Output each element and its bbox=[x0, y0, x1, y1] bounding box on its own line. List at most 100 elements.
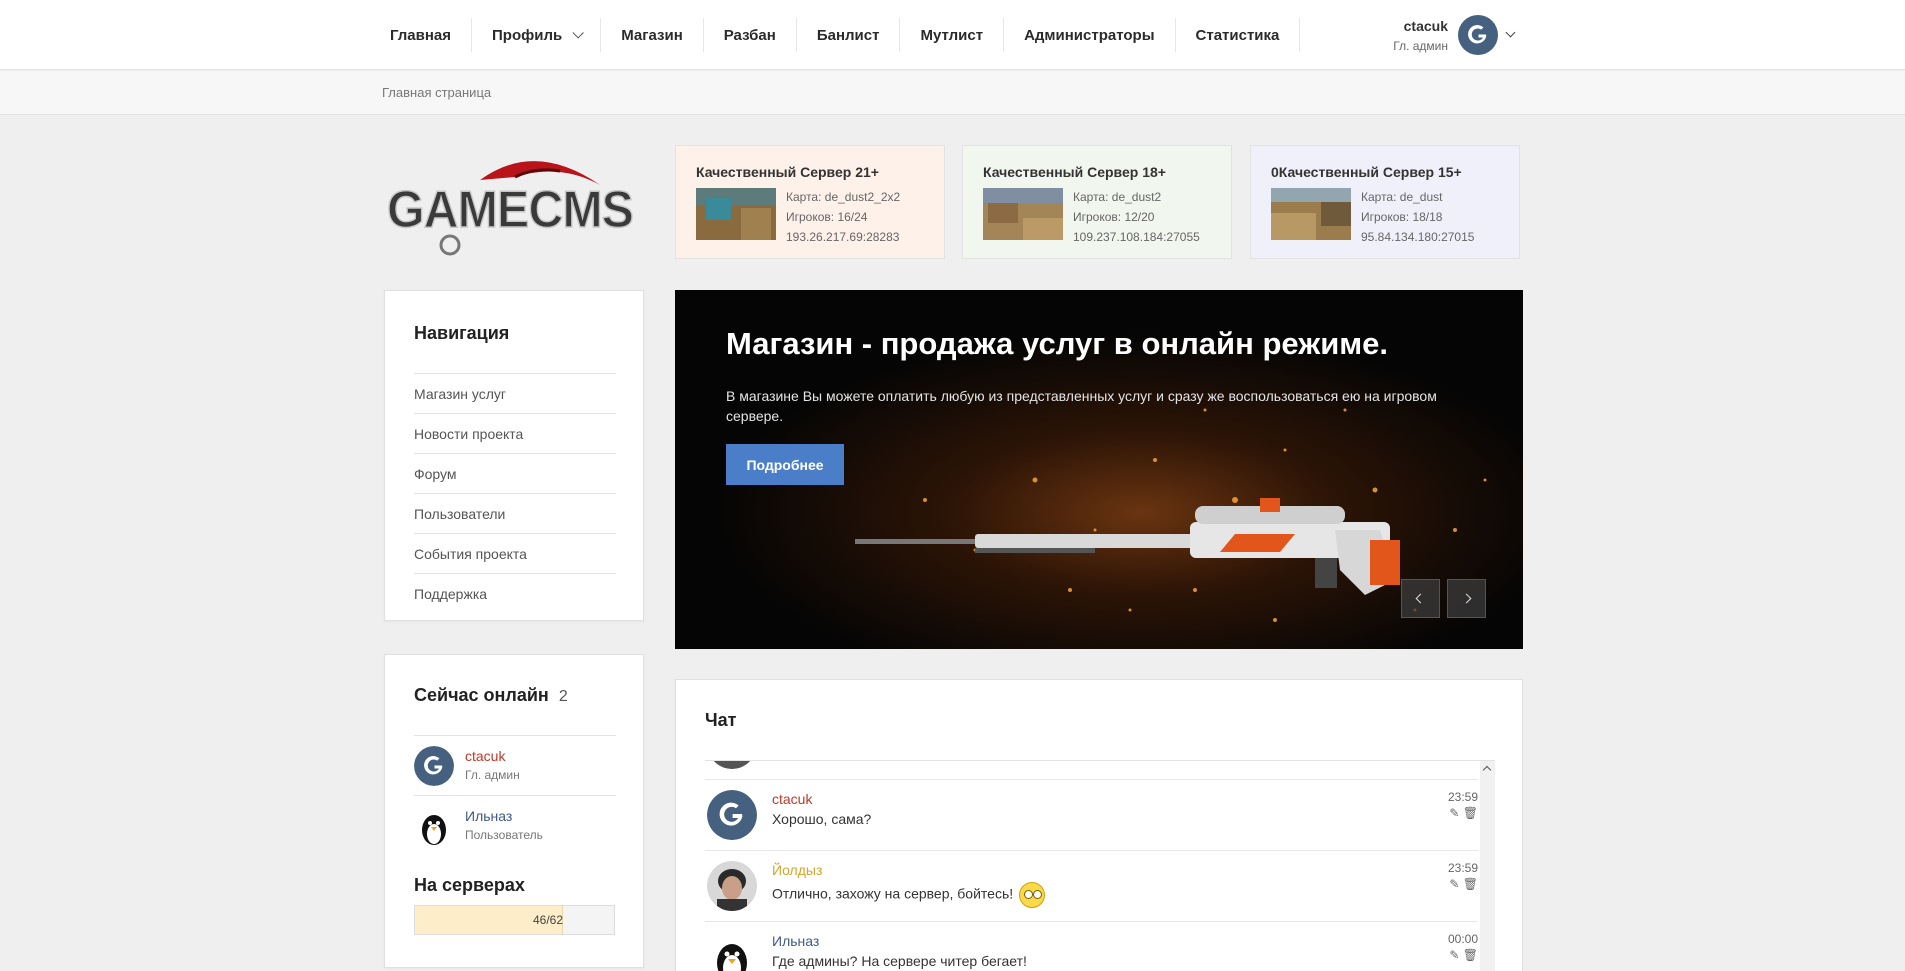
chat-panel: Чат ctacuk Хорошо, сама? 23:59 ✎ 🗑 Йолды… bbox=[675, 679, 1523, 971]
trash-icon[interactable]: 🗑 bbox=[1463, 948, 1478, 962]
server-players: Игроков: 16/24 bbox=[786, 210, 868, 224]
user-avatar bbox=[707, 861, 757, 911]
nav-link-support[interactable]: Поддержка bbox=[414, 573, 616, 613]
server-title: Качественный Сервер 21+ bbox=[696, 164, 879, 180]
online-title: Сейчас онлайн 2 bbox=[414, 685, 568, 706]
user-menu[interactable]: ctacuk Гл. админ bbox=[1380, 15, 1520, 57]
server-info: Карта: de_dust Игроков: 18/18 95.84.134.… bbox=[1361, 187, 1474, 247]
logo-text: GAMECMS bbox=[387, 181, 633, 239]
nav-item-mutelist[interactable]: Мутлист bbox=[900, 18, 1005, 52]
chat-time: 23:59 bbox=[1447, 790, 1478, 804]
chevron-down-icon bbox=[572, 27, 584, 39]
progress-label: 46/62 bbox=[532, 913, 563, 927]
google-g-icon bbox=[414, 746, 454, 786]
banner-title: Магазин - продажа услуг в онлайн режиме. bbox=[726, 326, 1389, 361]
nav-link-users[interactable]: Пользователи bbox=[414, 493, 616, 533]
chat-text-body: Отлично, захожу на сервер, бойтесь! bbox=[772, 885, 1014, 902]
online-user[interactable]: Ильназ Пользователь bbox=[414, 795, 616, 855]
chat-text: Где админы? На сервере читер бегает! bbox=[772, 953, 1027, 969]
nav-item-label: Главная bbox=[390, 26, 452, 44]
chat-text: Хорошо, сама? bbox=[772, 811, 872, 827]
banner-text: В магазине Вы можете оплатить любую из п… bbox=[726, 388, 1437, 424]
site-logo[interactable]: GAMECMS bbox=[385, 145, 645, 260]
nav-item-label: Администраторы bbox=[1024, 26, 1155, 44]
nav-item-shop[interactable]: Магазин bbox=[601, 18, 704, 52]
online-title-text: Сейчас онлайн bbox=[414, 685, 549, 705]
trash-icon[interactable]: 🗑 bbox=[1463, 877, 1478, 891]
server-map: Карта: de_dust2 bbox=[1073, 190, 1162, 204]
server-title: 0Качественный Сервер 15+ bbox=[1271, 164, 1462, 180]
nav-item-label: Мутлист bbox=[920, 26, 984, 44]
nav-link-news[interactable]: Новости проекта bbox=[414, 413, 616, 453]
more-button[interactable]: Подробнее bbox=[726, 444, 844, 485]
nav-item-stats[interactable]: Статистика bbox=[1176, 18, 1301, 52]
edit-icon[interactable]: ✎ bbox=[1449, 948, 1459, 962]
breadcrumb: Главная страница bbox=[0, 71, 1905, 115]
nav-item-home[interactable]: Главная bbox=[370, 18, 473, 52]
google-g-icon bbox=[707, 790, 757, 840]
chat-author[interactable]: Ильназ bbox=[772, 933, 819, 949]
user-name: ctacuk bbox=[1403, 18, 1448, 34]
chat-actions: ✎ 🗑 bbox=[1449, 948, 1478, 962]
prev-slide-button[interactable] bbox=[1401, 579, 1440, 618]
server-card[interactable]: Качественный Сервер 21+ Карта: de_dust2_… bbox=[675, 145, 945, 259]
chat-scrollbar[interactable] bbox=[1480, 761, 1495, 971]
nav-link-forum[interactable]: Форум bbox=[414, 453, 616, 493]
map-thumbnail bbox=[1271, 188, 1351, 240]
online-user-role: Пользователь bbox=[465, 828, 543, 842]
nav-link-events[interactable]: События проекта bbox=[414, 533, 616, 573]
edit-icon[interactable]: ✎ bbox=[1449, 877, 1459, 891]
nav-item-banlist[interactable]: Банлист bbox=[797, 18, 901, 52]
chat-message bbox=[705, 761, 1478, 780]
server-address: 193.26.217.69:28283 bbox=[786, 230, 900, 244]
chat-message: ctacuk Хорошо, сама? 23:59 ✎ 🗑 bbox=[705, 780, 1478, 851]
user-avatar bbox=[713, 761, 751, 769]
promo-banner: Магазин - продажа услуг в онлайн режиме.… bbox=[675, 290, 1523, 649]
server-players: Игроков: 12/20 bbox=[1073, 210, 1155, 224]
servers-progress-bar: 46/62 bbox=[414, 905, 615, 935]
navigation-list: Магазин услуг Новости проекта Форум Поль… bbox=[414, 373, 616, 613]
trash-icon[interactable]: 🗑 bbox=[1463, 806, 1478, 820]
online-count: 2 bbox=[558, 688, 568, 705]
chat-messages[interactable]: ctacuk Хорошо, сама? 23:59 ✎ 🗑 Йолдыз От… bbox=[705, 760, 1495, 971]
online-user-name: ctacuk bbox=[465, 748, 506, 764]
server-title: Качественный Сервер 18+ bbox=[983, 164, 1166, 180]
online-user-name: Ильназ bbox=[465, 808, 513, 824]
chat-text: Отлично, захожу на сервер, бойтесь! bbox=[772, 882, 1046, 908]
server-card[interactable]: Качественный Сервер 18+ Карта: de_dust2 … bbox=[962, 145, 1232, 259]
chevron-right-icon bbox=[1461, 593, 1472, 604]
penguin-avatar-icon bbox=[414, 806, 454, 846]
server-card[interactable]: 0Качественный Сервер 15+ Карта: de_dust … bbox=[1250, 145, 1520, 259]
online-user[interactable]: ctacuk Гл. админ bbox=[414, 735, 616, 795]
nav-item-label: Магазин bbox=[621, 26, 683, 44]
nav-item-profile[interactable]: Профиль bbox=[472, 18, 602, 52]
next-slide-button[interactable] bbox=[1447, 579, 1486, 618]
server-players: Игроков: 18/18 bbox=[1361, 210, 1443, 224]
map-thumbnail bbox=[696, 188, 776, 240]
nav-item-unban[interactable]: Разбан bbox=[704, 18, 797, 52]
chevron-up-icon[interactable] bbox=[1482, 765, 1492, 775]
smiley-icon bbox=[1019, 882, 1046, 908]
chat-title: Чат bbox=[705, 710, 737, 730]
chat-time: 23:59 bbox=[1447, 861, 1478, 875]
main-nav: Главная Профиль Магазин Разбан Банлист М… bbox=[370, 18, 1301, 52]
server-address: 109.237.108.184:27055 bbox=[1073, 230, 1200, 244]
chat-author[interactable]: Йолдыз bbox=[772, 862, 822, 878]
nav-item-admins[interactable]: Администраторы bbox=[1004, 18, 1176, 52]
server-info: Карта: de_dust2_2x2 Игроков: 16/24 193.2… bbox=[786, 187, 900, 247]
google-g-icon bbox=[1458, 15, 1498, 55]
chat-time: 00:00 bbox=[1447, 932, 1478, 946]
chat-author[interactable]: ctacuk bbox=[772, 791, 812, 807]
chevron-down-icon bbox=[1505, 27, 1516, 38]
chat-actions: ✎ 🗑 bbox=[1449, 877, 1478, 891]
server-map: Карта: de_dust2_2x2 bbox=[786, 190, 901, 204]
penguin-avatar-icon bbox=[707, 932, 757, 971]
server-map: Карта: de_dust bbox=[1361, 190, 1443, 204]
nav-link-shop[interactable]: Магазин услуг bbox=[414, 373, 616, 413]
nav-item-label: Профиль bbox=[492, 26, 563, 44]
on-servers-title: На серверах bbox=[414, 875, 525, 895]
edit-icon[interactable]: ✎ bbox=[1449, 806, 1459, 820]
chat-message: Ильназ Где админы? На сервере читер бега… bbox=[705, 922, 1478, 971]
chat-message: Йолдыз Отлично, захожу на сервер, бойтес… bbox=[705, 851, 1478, 922]
navigation-title: Навигация bbox=[414, 323, 510, 343]
